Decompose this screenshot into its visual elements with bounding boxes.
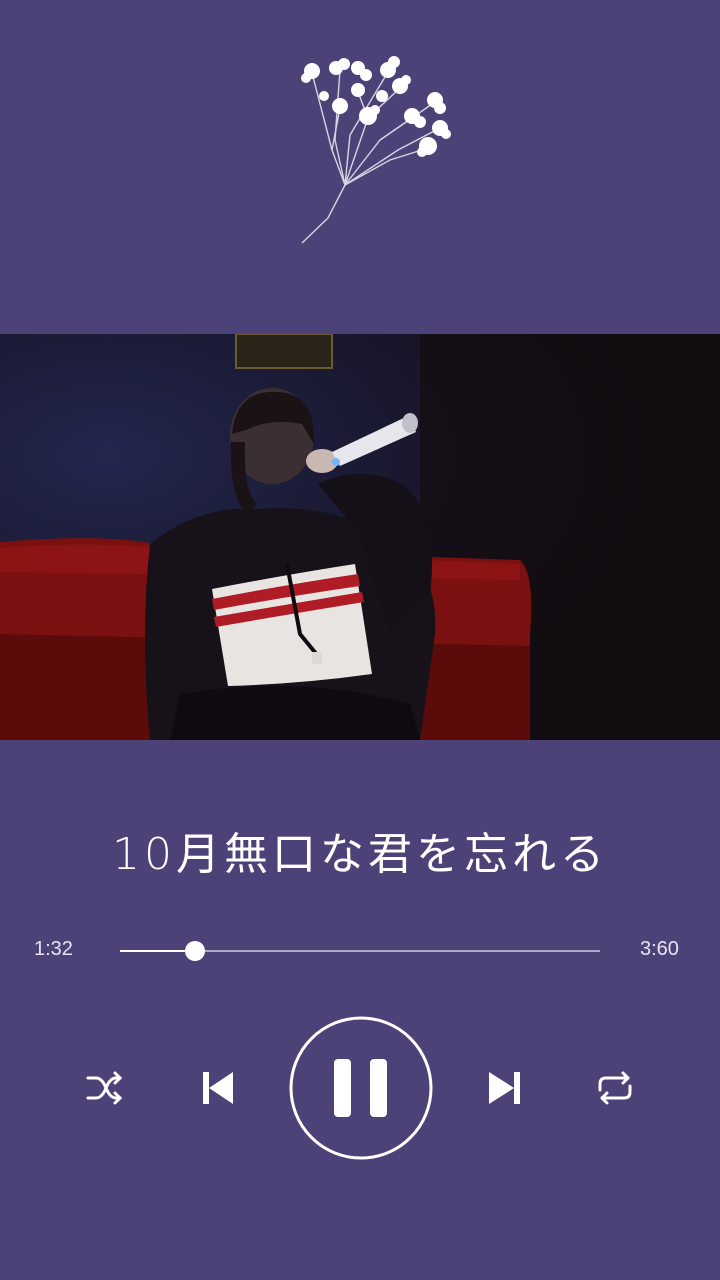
current-time: 1:32 bbox=[34, 938, 73, 960]
skip-next-icon bbox=[486, 1069, 524, 1107]
next-button[interactable] bbox=[486, 1069, 524, 1107]
play-pause-button[interactable] bbox=[288, 1015, 434, 1161]
previous-button[interactable] bbox=[199, 1069, 237, 1107]
progress-fill bbox=[120, 950, 195, 952]
pause-icon bbox=[288, 1015, 434, 1161]
repeat-icon bbox=[594, 1070, 636, 1106]
total-duration: 3:60 bbox=[640, 938, 679, 960]
shuffle-button[interactable] bbox=[84, 1070, 124, 1106]
flower-illustration bbox=[280, 40, 470, 250]
repeat-button[interactable] bbox=[594, 1070, 636, 1106]
song-title: 10月無口な君を忘れる bbox=[112, 829, 608, 880]
shuffle-icon bbox=[84, 1070, 124, 1106]
progress-knob[interactable] bbox=[184, 941, 205, 961]
skip-previous-icon bbox=[199, 1069, 237, 1107]
music-video-frame bbox=[0, 334, 720, 740]
